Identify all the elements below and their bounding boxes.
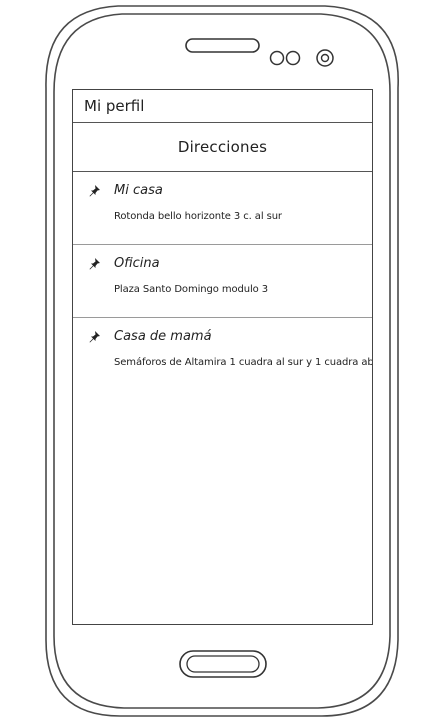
address-name: Mi casa: [114, 183, 163, 198]
address-name: Casa de mamá: [114, 329, 212, 344]
app-bar: Mi perfil: [73, 90, 372, 123]
address-description: Plaza Santo Domingo modulo 3: [114, 284, 269, 295]
phone-screen: Mi perfil Direcciones Mi casa Rotonda be…: [72, 89, 373, 625]
address-description: Semáforos de Altamira 1 cuadra al sur y …: [114, 357, 373, 368]
section-title: Direcciones: [177, 138, 268, 156]
section-header: Direcciones: [73, 123, 372, 172]
pin-icon: [89, 185, 100, 197]
speaker-slot: [185, 38, 260, 53]
address-item-oficina[interactable]: Oficina Plaza Santo Domingo modulo 3: [73, 245, 372, 318]
address-description: Rotonda bello horizonte 3 c. al sur: [114, 211, 282, 222]
app-title: Mi perfil: [84, 97, 145, 115]
pin-icon: [89, 331, 100, 343]
address-item-mi-casa[interactable]: Mi casa Rotonda bello horizonte 3 c. al …: [73, 172, 372, 245]
address-item-casa-de-mama[interactable]: Casa de mamá Semáforos de Altamira 1 cua…: [73, 318, 372, 390]
pin-icon: [89, 258, 100, 270]
camera-icon: [316, 49, 334, 67]
address-name: Oficina: [114, 256, 160, 271]
home-button[interactable]: [179, 650, 267, 678]
sensor-icon: [285, 50, 301, 66]
sensor-icon: [269, 50, 285, 66]
